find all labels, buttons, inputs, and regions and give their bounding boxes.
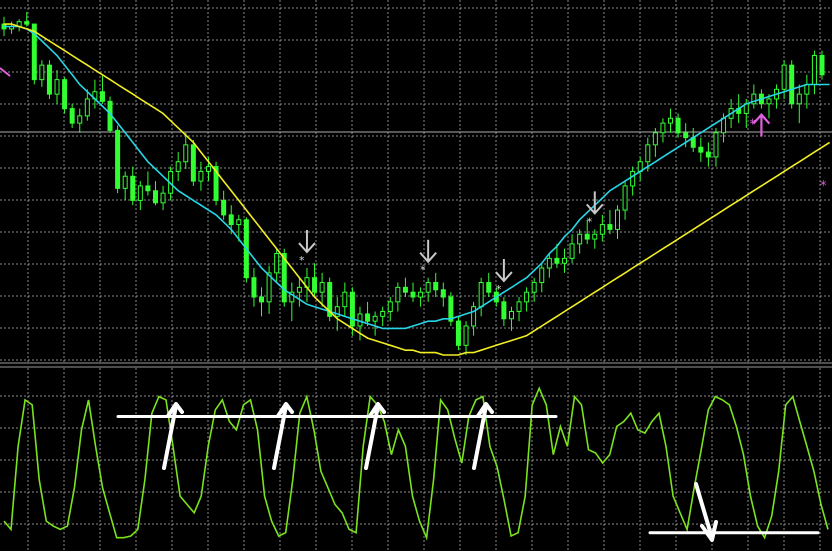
candle-body: [145, 185, 151, 192]
candle-body: [387, 301, 393, 313]
sell-signal-star-icon: *: [496, 283, 502, 296]
candle-body: [705, 151, 711, 158]
candle-body: [395, 286, 401, 303]
candle-body: [789, 64, 795, 105]
sell-signal-star-icon: *: [587, 215, 593, 228]
candle-body: [312, 277, 318, 293]
candle-body: [463, 325, 469, 346]
candle-body: [99, 91, 105, 102]
candle-body: [251, 277, 257, 298]
candle-body: [516, 301, 522, 313]
candle-body: [804, 83, 810, 95]
candle-body: [539, 267, 545, 284]
candle-body: [418, 291, 424, 298]
candle-body: [77, 115, 83, 124]
chart-window: * * * * * *: [0, 0, 832, 551]
candle-body: [69, 108, 75, 124]
candle-body: [425, 282, 431, 293]
candle-body: [206, 166, 211, 172]
candle-body: [183, 144, 189, 163]
candle-body: [175, 161, 181, 172]
candle-body: [546, 257, 552, 269]
candle-body: [501, 301, 507, 320]
candle-body: [478, 282, 484, 308]
candle-body: [569, 243, 575, 259]
candle-body: [660, 122, 666, 134]
candle-body: [190, 144, 196, 182]
candle-body: [524, 291, 530, 303]
candle-body: [236, 219, 242, 226]
candle-body: [615, 209, 620, 230]
candle-body: [471, 306, 477, 327]
candle-body: [54, 79, 60, 95]
candle-body: [122, 175, 128, 189]
candle-body: [137, 185, 143, 201]
chart-canvas: * * * * * *: [0, 0, 832, 551]
candle-body: [486, 282, 492, 293]
sell-signal-star-icon: *: [299, 254, 305, 267]
candle-body: [766, 98, 772, 105]
candle-body: [46, 64, 52, 95]
candle-body: [599, 224, 605, 235]
candle-body: [342, 291, 348, 308]
buy-signal-star-icon: *: [749, 118, 756, 133]
candle-body: [683, 132, 689, 139]
candle-body: [152, 190, 158, 204]
candle-body: [652, 132, 658, 146]
candle-body: [561, 257, 567, 264]
candle-body: [796, 93, 802, 105]
candle-body: [380, 311, 386, 317]
candle-body: [62, 79, 68, 110]
candle-body: [228, 214, 234, 226]
candle-body: [584, 233, 590, 240]
candle-body: [24, 21, 30, 25]
candle-body: [508, 311, 514, 320]
candle-body: [607, 224, 613, 230]
candle-body: [319, 282, 325, 293]
candle-body: [433, 282, 439, 291]
candle-body: [130, 175, 136, 201]
candle-body: [622, 185, 628, 211]
edge-buy-star-icon: *: [820, 179, 827, 194]
sell-signal-star-icon: *: [420, 264, 426, 277]
candle-body: [259, 296, 265, 303]
candle-body: [675, 117, 681, 134]
candle-body: [713, 132, 719, 158]
candle-body: [668, 117, 674, 124]
candle-body: [365, 313, 371, 322]
candle-body: [531, 282, 537, 293]
candle-body: [592, 233, 598, 240]
candle-body: [115, 129, 121, 189]
candle-body: [811, 54, 817, 85]
candle-body: [349, 291, 355, 327]
candle-body: [781, 64, 787, 90]
candle-body: [554, 257, 560, 264]
candle-body: [402, 286, 408, 293]
candle-body: [819, 54, 825, 76]
candle-body: [577, 233, 583, 245]
candle-body: [410, 291, 416, 298]
candle-body: [198, 170, 204, 182]
candle-body: [440, 289, 446, 298]
candle-body: [274, 253, 280, 274]
candle-body: [721, 117, 727, 134]
candle-body: [296, 286, 302, 293]
candle-body: [372, 315, 378, 322]
candle-body: [84, 98, 90, 117]
candle-body: [221, 199, 227, 216]
candle-body: [455, 320, 461, 346]
candle-body: [39, 64, 45, 81]
chart-background: [0, 0, 832, 551]
candle-body: [645, 144, 651, 163]
candle-body: [630, 170, 636, 187]
candle-body: [160, 192, 166, 204]
candle-body: [698, 146, 704, 153]
